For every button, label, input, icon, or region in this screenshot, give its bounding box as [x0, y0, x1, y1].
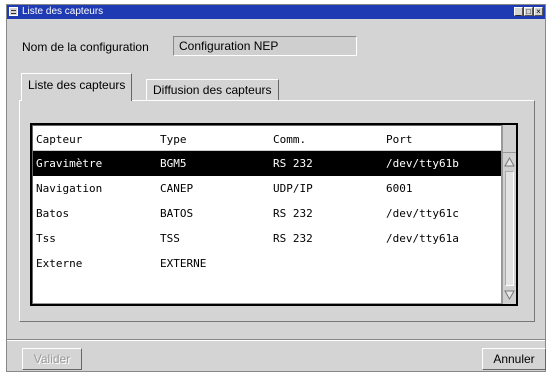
cell-port: /dev/tty61c	[386, 207, 459, 220]
table-row[interactable]: Batos BATOS RS 232 /dev/tty61c	[33, 201, 501, 226]
table-header: Capteur Type Comm. Port	[33, 128, 501, 151]
tab-liste-des-capteurs[interactable]: Liste des capteurs	[21, 73, 133, 101]
cell-capteur: Gravimètre	[36, 157, 103, 170]
table-row[interactable]: Tss TSS RS 232 /dev/tty61a	[33, 226, 501, 251]
column-header-type[interactable]: Type	[157, 133, 270, 146]
cell-type: BGM5	[160, 157, 187, 170]
close-button[interactable]: ×	[534, 7, 543, 16]
cell-comm: RS 232	[273, 232, 313, 245]
window-title: Liste des capteurs	[22, 6, 104, 17]
table-row[interactable]: Externe EXTERNE	[33, 251, 501, 276]
config-name-field[interactable]: Configuration NEP	[173, 36, 357, 56]
table-row[interactable]: Gravimètre BGM5 RS 232 /dev/tty61b	[33, 151, 501, 176]
footer-separator	[7, 339, 545, 341]
config-name-label: Nom de la configuration	[22, 40, 149, 54]
sensor-list[interactable]: Capteur Type Comm. Port Gravimètre BGM5 …	[30, 123, 518, 306]
cell-port: /dev/tty61a	[386, 232, 459, 245]
column-header-capteur[interactable]: Capteur	[33, 133, 157, 146]
cell-capteur: Batos	[36, 207, 70, 220]
window-menu-icon[interactable]	[9, 7, 18, 16]
scrollbar-header-cap	[503, 125, 516, 153]
cell-capteur: Navigation	[36, 182, 103, 195]
scrollbar-track[interactable]	[505, 171, 514, 286]
cell-capteur: Externe	[36, 257, 83, 270]
cell-type: TSS	[160, 232, 180, 245]
tab-diffusion-des-capteurs[interactable]: Diffusion des capteurs	[146, 79, 279, 100]
cell-comm: UDP/IP	[273, 182, 313, 195]
table-row[interactable]: Navigation CANEP UDP/IP 6001	[33, 176, 501, 201]
cell-port: /dev/tty61b	[386, 157, 459, 170]
cell-type: CANEP	[160, 182, 194, 195]
title-bar[interactable]: Liste des capteurs _ □ ×	[7, 5, 545, 19]
dialog-window: Liste des capteurs _ □ × Nom de la confi…	[6, 4, 546, 372]
cell-port: 6001	[386, 182, 413, 195]
cell-comm: RS 232	[273, 157, 313, 170]
sensor-table: Capteur Type Comm. Port Gravimètre BGM5 …	[32, 125, 502, 304]
scroll-down-arrow-icon[interactable]	[503, 288, 516, 302]
cell-comm: RS 232	[273, 207, 313, 220]
annuler-button[interactable]: Annuler	[482, 348, 546, 370]
cell-type: EXTERNE	[160, 257, 207, 270]
vertical-scrollbar[interactable]	[502, 125, 516, 304]
column-header-port[interactable]: Port	[383, 133, 493, 146]
minimize-button[interactable]: _	[514, 7, 523, 16]
cell-type: BATOS	[160, 207, 194, 220]
valider-button[interactable]: Valider	[22, 348, 82, 370]
cell-capteur: Tss	[36, 232, 56, 245]
maximize-button[interactable]: □	[524, 7, 533, 16]
scroll-up-arrow-icon[interactable]	[503, 155, 516, 169]
column-header-comm[interactable]: Comm.	[270, 133, 383, 146]
